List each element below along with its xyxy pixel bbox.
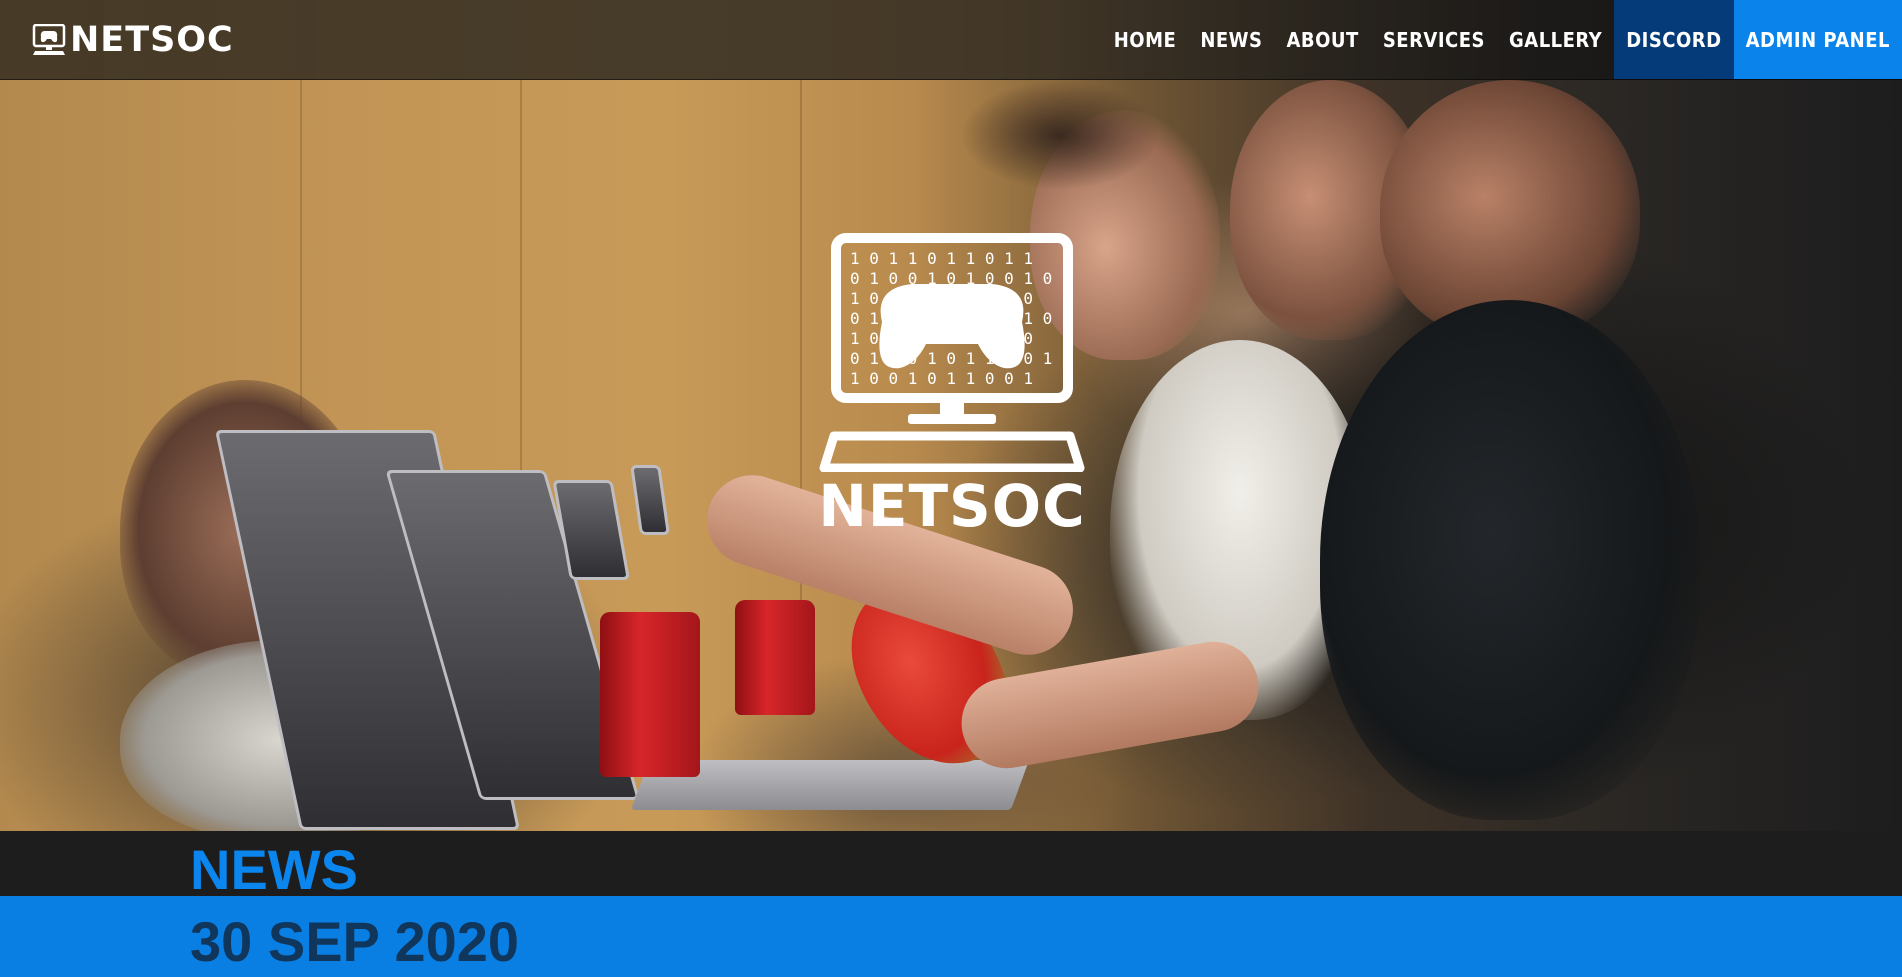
hero-logo-text: NETSOC — [818, 472, 1086, 540]
gamepad-monitor-icon: 1 0 1 1 0 1 1 0 1 1 0 1 0 0 1 0 1 0 0 1 … — [819, 233, 1085, 473]
nav-news[interactable]: NEWS — [1188, 0, 1274, 79]
nav-home[interactable]: HOME — [1102, 0, 1189, 79]
main-nav: HOME NEWS ABOUT SERVICES GALLERY DISCORD… — [1102, 0, 1902, 79]
brand-name: NETSOC — [70, 20, 234, 60]
hero-logo: 1 0 1 1 0 1 1 0 1 1 0 1 0 0 1 0 1 0 0 1 … — [812, 232, 1092, 538]
news-heading: NEWS — [190, 838, 358, 901]
svg-text:1 0 0 1 0 1 1 0 0 1: 1 0 0 1 0 1 1 0 0 1 — [850, 369, 1033, 388]
hero-banner: 1 0 1 1 0 1 1 0 1 1 0 1 0 0 1 0 1 0 0 1 … — [0, 0, 1902, 831]
gamepad-monitor-icon — [32, 24, 66, 55]
news-date: 30 SEP 2020 — [190, 910, 520, 973]
nav-admin-panel[interactable]: ADMIN PANEL — [1733, 0, 1902, 79]
nav-services[interactable]: SERVICES — [1371, 0, 1497, 79]
nav-about[interactable]: ABOUT — [1274, 0, 1370, 79]
brand-logo[interactable]: NETSOC — [32, 22, 234, 58]
nav-gallery[interactable]: GALLERY — [1497, 0, 1614, 79]
top-navbar: NETSOC HOME NEWS ABOUT SERVICES GALLERY … — [0, 0, 1902, 80]
nav-discord[interactable]: DISCORD — [1614, 0, 1734, 79]
svg-text:1 0 1 1 0 1 1 0 1 1: 1 0 1 1 0 1 1 0 1 1 — [850, 249, 1033, 268]
